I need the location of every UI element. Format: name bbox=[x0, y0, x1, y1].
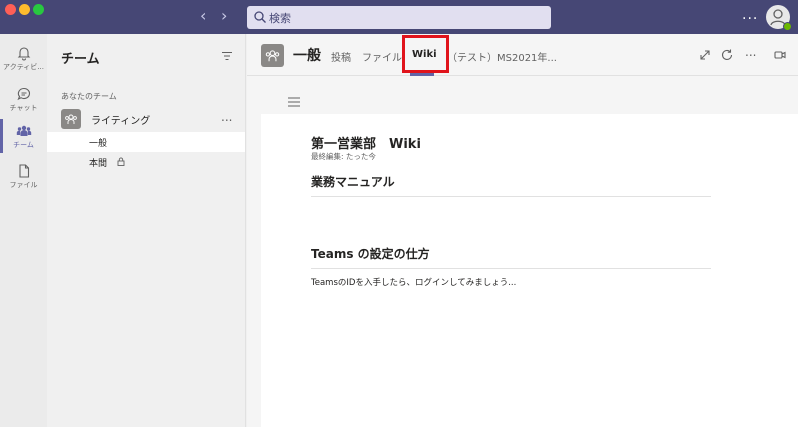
wiki-toolbar bbox=[261, 92, 798, 114]
active-tab-indicator bbox=[410, 73, 434, 76]
minimize-window-button[interactable] bbox=[19, 4, 30, 15]
settings-more-button[interactable]: ... bbox=[742, 7, 758, 23]
expand-icon[interactable] bbox=[698, 48, 712, 62]
filter-icon[interactable] bbox=[221, 51, 233, 61]
channel-avatar bbox=[261, 44, 284, 67]
bell-icon bbox=[17, 47, 30, 61]
wiki-section-body[interactable]: TeamsのIDを入手したら、ログインしてみましょう... bbox=[311, 276, 516, 288]
lock-icon bbox=[117, 157, 125, 166]
title-bar: ‹ › 検索 ... bbox=[0, 0, 798, 34]
app-bar: アクティビ... チャット チーム ファイル bbox=[0, 34, 47, 427]
rail-item-teams[interactable]: チーム bbox=[0, 116, 47, 156]
rail-label: アクティビ... bbox=[3, 63, 44, 71]
team-more-button[interactable]: ... bbox=[221, 110, 232, 124]
search-input[interactable]: 検索 bbox=[247, 6, 551, 29]
back-arrow-icon[interactable]: ‹ bbox=[200, 7, 206, 25]
tab-test[interactable]: （テスト）MS2021年... bbox=[447, 49, 557, 64]
rail-item-activity[interactable]: アクティビ... bbox=[0, 38, 47, 78]
channel-name: 本間 bbox=[89, 159, 108, 169]
wiki-last-edited: 最終編集: たった今 bbox=[311, 152, 376, 161]
team-name: ライティング bbox=[91, 116, 151, 127]
search-placeholder: 検索 bbox=[269, 12, 291, 25]
team-icon bbox=[65, 114, 77, 124]
teams-list-pane: チーム あなたのチーム ライティング ... 一般 本間 bbox=[47, 34, 246, 427]
tab-posts[interactable]: 投稿 bbox=[331, 49, 351, 64]
wiki-section-heading[interactable]: 業務マニュアル bbox=[311, 173, 395, 190]
channel-title: 一般 bbox=[293, 48, 321, 64]
tab-files[interactable]: ファイル bbox=[362, 49, 402, 64]
rail-item-chat[interactable]: チャット bbox=[0, 79, 47, 119]
close-window-button[interactable] bbox=[5, 4, 16, 15]
wiki-section-heading[interactable]: Teams の設定の仕方 bbox=[311, 245, 430, 262]
teams-icon bbox=[16, 125, 31, 136]
main-content: 一般 投稿 ファイル Wiki （テスト）MS2021年... ... 第一営業… bbox=[247, 34, 798, 427]
file-icon bbox=[18, 164, 29, 178]
meet-now-icon[interactable] bbox=[773, 48, 787, 62]
presence-badge bbox=[783, 22, 792, 31]
annotation-highlight-box bbox=[402, 35, 449, 73]
avatar[interactable] bbox=[766, 5, 792, 31]
refresh-icon[interactable] bbox=[720, 48, 734, 62]
section-divider bbox=[311, 268, 711, 269]
channel-header: 一般 投稿 ファイル Wiki （テスト）MS2021年... ... bbox=[247, 34, 798, 76]
channel-item-general[interactable]: 一般 bbox=[47, 132, 245, 152]
wiki-page-title[interactable]: 第一営業部 Wiki bbox=[311, 133, 421, 152]
search-icon bbox=[254, 11, 266, 23]
forward-arrow-icon[interactable]: › bbox=[221, 7, 227, 25]
menu-icon[interactable] bbox=[288, 97, 300, 107]
team-icon bbox=[265, 50, 280, 62]
team-item[interactable]: ライティング ... bbox=[47, 107, 245, 131]
team-avatar bbox=[61, 109, 81, 129]
more-options-button[interactable]: ... bbox=[745, 45, 756, 59]
section-label: あなたのチーム bbox=[61, 92, 117, 101]
rail-label: チーム bbox=[13, 141, 34, 149]
chat-icon bbox=[16, 87, 30, 101]
wiki-page[interactable]: 第一営業部 Wiki 最終編集: たった今 業務マニュアル Teams の設定の… bbox=[261, 114, 798, 427]
zoom-window-button[interactable] bbox=[33, 4, 44, 15]
pane-title: チーム bbox=[61, 52, 100, 67]
rail-label: ファイル bbox=[9, 181, 38, 189]
rail-item-files[interactable]: ファイル bbox=[0, 156, 47, 196]
channel-name: 一般 bbox=[89, 139, 108, 149]
rail-label: チャット bbox=[9, 104, 38, 112]
section-divider bbox=[311, 196, 711, 197]
channel-item-honma[interactable]: 本間 bbox=[47, 152, 245, 172]
